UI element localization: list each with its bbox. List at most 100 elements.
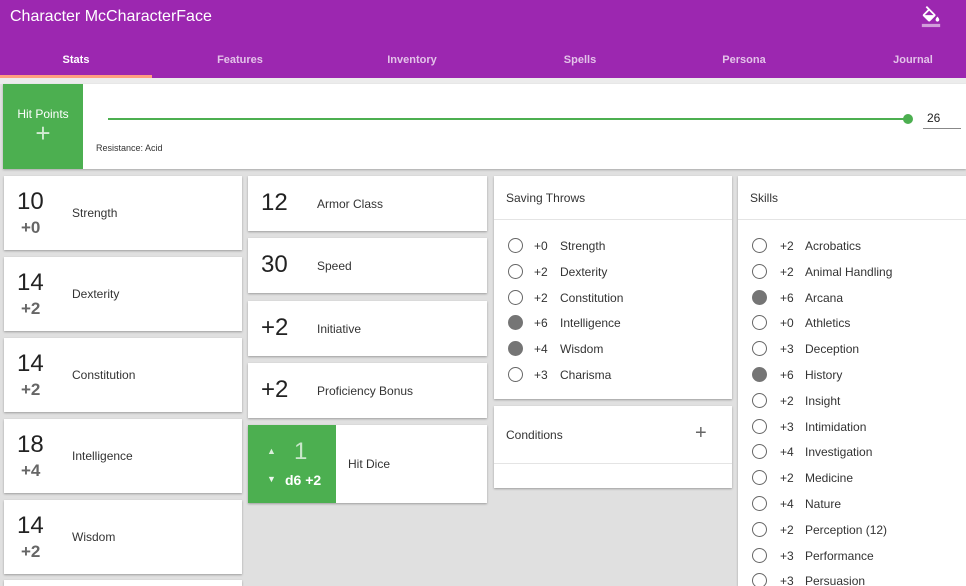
saving-throw-name: Intelligence <box>560 316 621 331</box>
skill-row[interactable]: +3 Intimidation <box>738 416 966 438</box>
skill-row[interactable]: +2 Perception (12) <box>738 519 966 541</box>
ability-card-intelligence[interactable]: 18 +4 Intelligence <box>4 419 242 493</box>
proficiency-radio[interactable] <box>508 341 523 357</box>
hit-points-input[interactable] <box>923 107 961 129</box>
proficiency-radio[interactable] <box>752 496 767 511</box>
skill-row[interactable]: +6 Arcana <box>738 287 966 309</box>
ability-name: Constitution <box>72 368 136 382</box>
app-title: Character McCharacterFace <box>10 8 212 25</box>
ability-card-wisdom[interactable]: 14 +2 Wisdom <box>4 500 242 574</box>
speed-card[interactable]: 30 Speed <box>248 238 487 293</box>
proficiency-radio[interactable] <box>752 470 767 486</box>
paint-bucket-icon[interactable] <box>920 6 942 28</box>
proficiency-radio[interactable] <box>752 418 767 434</box>
skill-row[interactable]: +4 Investigation <box>738 441 966 463</box>
skill-row[interactable]: +3 Persuasion <box>738 570 966 586</box>
proficiency-radio[interactable] <box>508 238 523 253</box>
ability-name: Dexterity <box>72 287 120 301</box>
proficiency-radio[interactable] <box>752 315 767 331</box>
skill-modifier: +4 <box>780 497 794 511</box>
saving-throw-row[interactable]: +4 Wisdom <box>494 338 732 360</box>
skill-row[interactable]: +2 Acrobatics <box>738 235 966 257</box>
skill-modifier: +3 <box>780 419 794 434</box>
ability-modifier: +2 <box>21 299 41 318</box>
skill-row[interactable]: +3 Deception <box>738 338 966 360</box>
skill-row[interactable]: +2 Animal Handling <box>738 261 966 283</box>
proficiency-radio[interactable] <box>752 238 767 253</box>
saving-throw-row[interactable]: +2 Dexterity <box>494 261 732 283</box>
saving-throws-title: Saving Throws <box>506 191 586 205</box>
ability-score: 10 <box>17 188 44 215</box>
proficiency-radio[interactable] <box>508 289 523 305</box>
skill-row[interactable]: +6 History <box>738 364 966 386</box>
proficiency-radio[interactable] <box>752 392 767 408</box>
proficiency-radio[interactable] <box>752 573 767 586</box>
proficiency-radio[interactable] <box>752 263 767 279</box>
triangle-down-icon[interactable]: ▼ <box>267 474 276 484</box>
skill-name: Arcana <box>805 290 844 305</box>
hit-points-slider-track[interactable] <box>108 118 909 120</box>
skill-modifier: +6 <box>780 290 794 305</box>
proficiency-radio[interactable] <box>752 289 767 305</box>
ability-modifier: +2 <box>21 542 41 561</box>
speed-label: Speed <box>317 259 352 273</box>
proficiency-bonus-value: +2 <box>261 376 289 403</box>
saving-throw-row[interactable]: +6 Intelligence <box>494 312 732 334</box>
armor-class-card[interactable]: 12 Armor Class <box>248 176 487 231</box>
proficiency-radio[interactable] <box>508 263 523 279</box>
ability-modifier: +0 <box>21 218 41 237</box>
speed-value: 30 <box>261 251 288 278</box>
tab-persona[interactable]: Persona <box>668 44 820 78</box>
app-bar: Character McCharacterFace Stats Features… <box>0 0 966 78</box>
tab-stats[interactable]: Stats <box>0 44 152 78</box>
hit-points-slider-thumb[interactable] <box>903 114 913 124</box>
proficiency-bonus-label: Proficiency Bonus <box>317 384 414 398</box>
proficiency-radio[interactable] <box>752 547 767 563</box>
proficiency-radio[interactable] <box>508 315 523 331</box>
ability-name: Intelligence <box>72 449 133 463</box>
tab-journal[interactable]: Journal <box>854 44 966 78</box>
saving-throw-row[interactable]: +3 Charisma <box>494 364 732 386</box>
ability-card-strength[interactable]: 10 +0 Strength <box>4 176 242 250</box>
skill-name: Perception (12) <box>805 522 888 537</box>
skill-name: Acrobatics <box>805 239 862 253</box>
initiative-value: +2 <box>261 314 289 341</box>
hit-dice-card: ▲ ▼ 1 d6 +2 Hit Dice <box>248 425 487 503</box>
skill-row[interactable]: +0 Athletics <box>738 312 966 334</box>
proficiency-radio[interactable] <box>752 367 767 382</box>
tab-inventory[interactable]: Inventory <box>336 44 488 78</box>
proficiency-radio[interactable] <box>752 521 767 537</box>
skill-row[interactable]: +2 Medicine <box>738 467 966 489</box>
proficiency-bonus-card[interactable]: +2 Proficiency Bonus <box>248 363 487 418</box>
skill-name: Persuasion <box>805 574 866 586</box>
skill-modifier: +4 <box>780 445 794 460</box>
ability-modifier: +4 <box>21 461 41 480</box>
skill-name: Performance <box>805 548 874 563</box>
skill-name: Insight <box>805 393 841 408</box>
initiative-card[interactable]: +2 Initiative <box>248 301 487 356</box>
triangle-up-icon[interactable]: ▲ <box>267 446 276 456</box>
skill-row[interactable]: +3 Performance <box>738 545 966 567</box>
armor-class-label: Armor Class <box>317 197 384 211</box>
ability-score: 14 <box>17 350 44 377</box>
proficiency-radio[interactable] <box>752 444 767 460</box>
skills-card: Skills +2 Acrobatics +2 Animal Handling +6 Ar… <box>738 176 966 586</box>
tab-spells[interactable]: Spells <box>504 44 656 78</box>
ability-name: Strength <box>72 206 118 220</box>
saving-throw-name: Constitution <box>560 290 624 305</box>
skill-row[interactable]: +4 Nature <box>738 493 966 515</box>
add-condition-icon[interactable]: + <box>695 423 707 443</box>
saving-throw-row[interactable]: +2 Constitution <box>494 287 732 309</box>
ability-card-charisma[interactable] <box>4 580 242 586</box>
hit-dice-die: d6 +2 <box>285 472 322 488</box>
saving-throw-modifier: +0 <box>534 239 548 253</box>
skill-name: Nature <box>805 497 842 511</box>
tab-features[interactable]: Features <box>164 44 316 78</box>
ability-card-dexterity[interactable]: 14 +2 Dexterity <box>4 257 242 331</box>
hit-points-button[interactable]: Hit Points + <box>3 84 83 169</box>
proficiency-radio[interactable] <box>752 341 767 357</box>
proficiency-radio[interactable] <box>508 367 523 382</box>
saving-throw-row[interactable]: +0 Strength <box>494 235 732 257</box>
skill-row[interactable]: +2 Insight <box>738 390 966 412</box>
ability-card-constitution[interactable]: 14 +2 Constitution <box>4 338 242 412</box>
